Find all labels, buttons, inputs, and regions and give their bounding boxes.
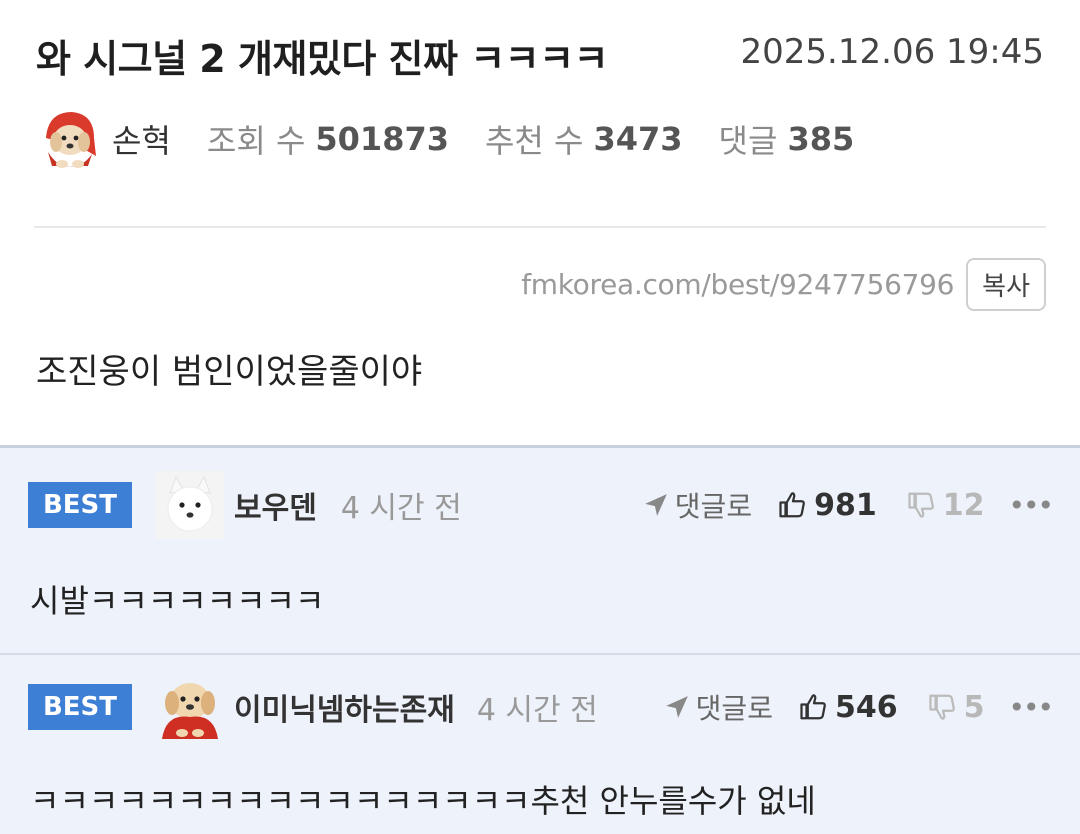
comment-header: BEST 보우덴 4 시간 전 댓글로 981 12 •••	[28, 470, 1054, 540]
reply-button[interactable]: 댓글로	[643, 485, 752, 525]
thumbs-up-icon	[779, 492, 805, 518]
views-count: 501873	[315, 120, 449, 158]
comment-time: 4 시간 전	[340, 491, 462, 526]
comment-text: ㅋㅋㅋㅋㅋㅋㅋㅋㅋㅋㅋㅋㅋㅋㅋㅋㅋ추천 안누를수가 없네	[30, 782, 816, 820]
commenter-avatar[interactable]	[156, 471, 224, 539]
author-name[interactable]: 손혁	[112, 116, 171, 162]
views-label: 조회 수	[206, 122, 306, 160]
author-avatar[interactable]	[38, 108, 100, 170]
reply-button[interactable]: 댓글로	[664, 687, 773, 727]
comment-text: 시발ㅋㅋㅋㅋㅋㅋㅋㅋ	[30, 582, 325, 620]
thumbs-down-icon	[908, 492, 934, 518]
commenter-avatar[interactable]	[156, 673, 224, 741]
dislike-button[interactable]: 5	[928, 689, 985, 725]
thumbs-up-icon	[800, 694, 826, 720]
post-title: 와 시그널 2 개재밌다 진짜 ㅋㅋㅋㅋ	[36, 37, 609, 81]
more-options-icon[interactable]: •••	[1008, 489, 1054, 522]
thumbs-down-icon	[928, 694, 955, 720]
post-meta: 손혁 조회 수 501873 추천 수 3473 댓글 385	[38, 106, 890, 172]
comments-count: 385	[787, 120, 855, 158]
like-count: 546	[834, 689, 898, 725]
more-options-icon[interactable]: •••	[1008, 691, 1054, 724]
post-body: 조진웅이 범인이었을줄이야	[36, 352, 423, 392]
reply-label: 댓글로	[674, 490, 753, 523]
post-date: 2025.12.06 19:45	[740, 32, 1044, 72]
url-row: fmkorea.com/best/9247756796 복사	[521, 258, 1046, 311]
comment-divider	[0, 653, 1080, 655]
best-badge: BEST	[28, 482, 132, 528]
commenter-name[interactable]: 이미닉넴하는존재	[234, 685, 455, 729]
comments-label: 댓글	[718, 122, 778, 160]
reply-label: 댓글로	[695, 692, 773, 725]
recommend-count: 3473	[593, 120, 683, 158]
puppy-red-cape-icon	[162, 683, 218, 739]
like-count: 981	[814, 487, 877, 523]
dislike-button[interactable]: 12	[907, 487, 985, 523]
white-puppy-icon	[156, 471, 224, 539]
comment-list: BEST 보우덴 4 시간 전 댓글로 981 12 ••• 시발ㅋㅋㅋㅋㅋㅋㅋ…	[0, 445, 1080, 834]
comment-time: 4 시간 전	[476, 693, 597, 728]
header-divider	[34, 226, 1046, 228]
best-badge: BEST	[28, 684, 132, 730]
post-header: 와 시그널 2 개재밌다 진짜 ㅋㅋㅋㅋ 2025.12.06 19:45 손혁…	[0, 0, 1080, 445]
dislike-count: 12	[942, 487, 985, 523]
like-button[interactable]: 981	[778, 488, 877, 523]
comment-header: BEST 이미닉넴하는존재 4 시간 전 댓글로 546 5 •••	[28, 672, 1054, 742]
recommend-label: 추천 수	[484, 122, 584, 160]
post-url[interactable]: fmkorea.com/best/9247756796	[521, 268, 954, 301]
send-arrow-icon	[665, 696, 688, 718]
send-arrow-icon	[644, 494, 667, 516]
dislike-count: 5	[963, 689, 985, 725]
like-button[interactable]: 546	[799, 690, 898, 725]
commenter-name[interactable]: 보우덴	[234, 483, 317, 527]
copy-url-button[interactable]: 복사	[966, 258, 1046, 311]
puppy-red-hood-icon	[46, 112, 96, 168]
